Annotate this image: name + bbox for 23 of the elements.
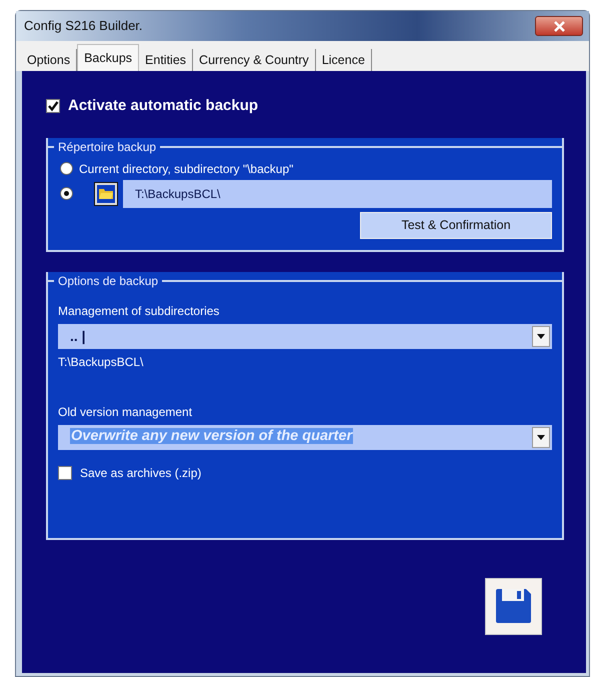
path-field[interactable]: T:\BackupsBCL\	[123, 180, 552, 208]
checkbox-label: Save as archives (.zip)	[80, 464, 202, 482]
save-button[interactable]	[485, 578, 542, 634]
radio-button[interactable]	[60, 162, 73, 175]
radio-button[interactable]	[60, 187, 73, 200]
checkbox-label: Activate automatic backup	[68, 96, 258, 116]
close-icon	[554, 20, 564, 32]
caret-icon	[537, 434, 545, 440]
checkbox[interactable]	[58, 466, 72, 480]
path-text: T:\BackupsBCL\	[58, 354, 144, 370]
checkbox[interactable]	[46, 99, 60, 114]
close-button[interactable]	[535, 16, 583, 36]
field-label: Management of subdirectories	[58, 302, 220, 320]
folder-button[interactable]	[95, 182, 117, 204]
selected-text: Overwrite any new version of the quarter	[70, 428, 354, 444]
dropdown-field[interactable]: .. |	[58, 324, 552, 348]
window-title: Config S216 Builder.	[24, 17, 143, 36]
caret-icon	[537, 334, 545, 338]
test-button[interactable]: Test & Confirmation	[360, 212, 552, 238]
folder-icon	[99, 188, 113, 199]
tab[interactable]: Backups	[77, 44, 140, 71]
field-label: Old version management	[58, 404, 194, 420]
radio-label: Current directory, subdirectory "\backup"	[79, 160, 294, 178]
